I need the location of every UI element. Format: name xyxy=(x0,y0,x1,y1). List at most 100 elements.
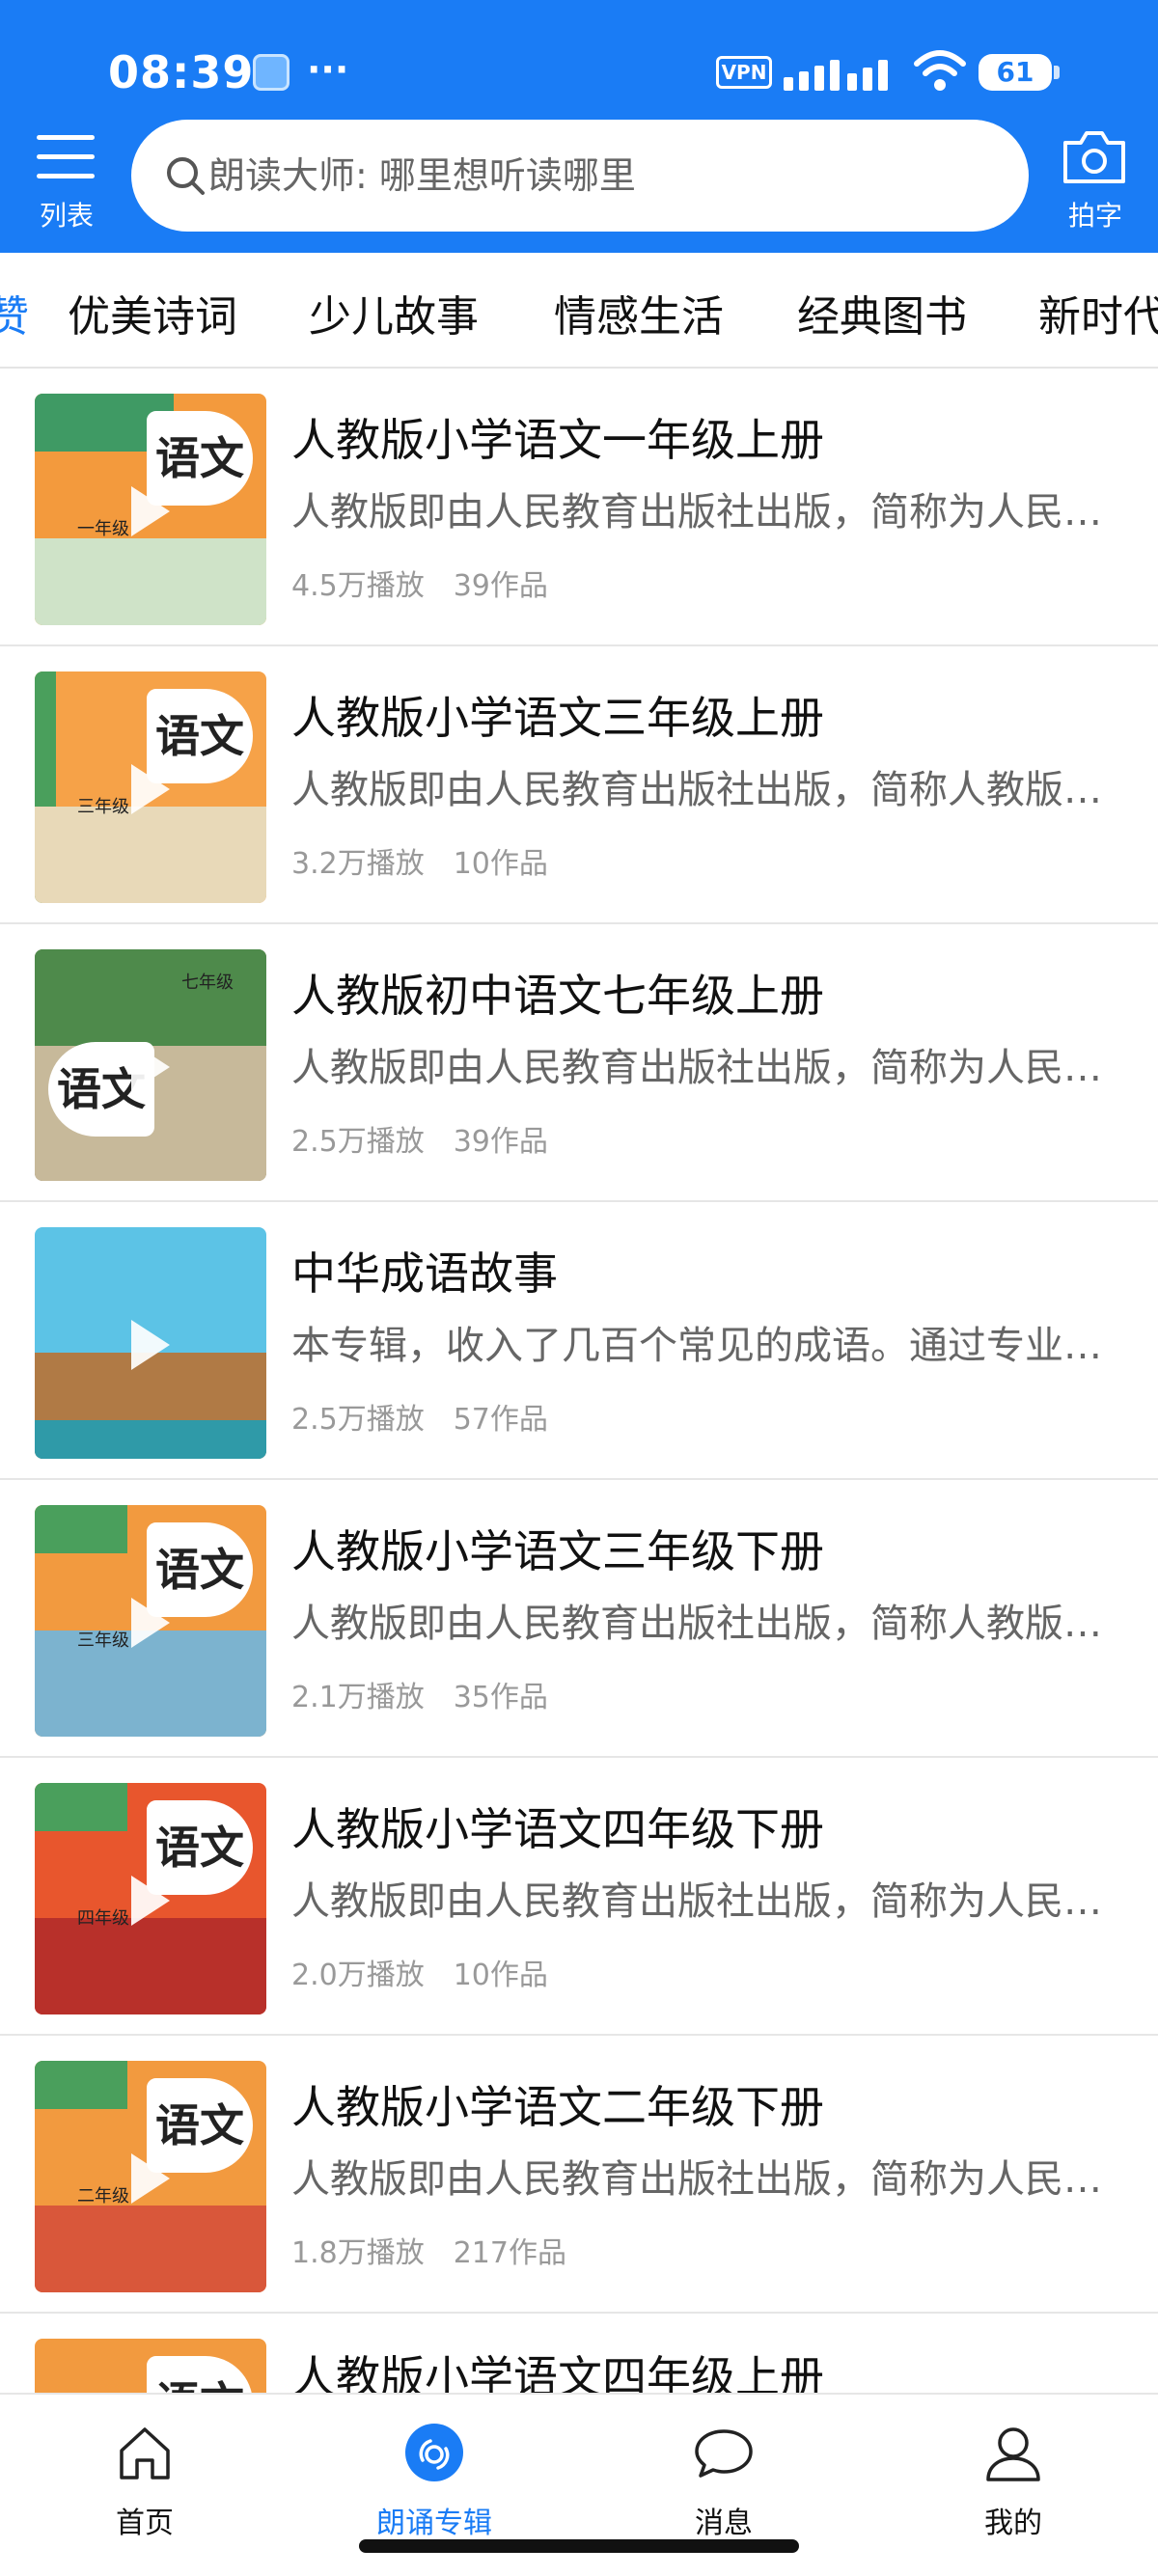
album-stats: 2.1万播放 35作品 xyxy=(291,1673,548,1715)
signal-icon xyxy=(784,52,899,91)
play-count: 4.5万播放 xyxy=(291,569,425,603)
cover-grade: 七年级 xyxy=(181,973,234,993)
menu-icon xyxy=(37,131,95,179)
home-icon xyxy=(120,2427,170,2480)
play-icon xyxy=(131,1320,170,1370)
album-cover[interactable]: 语文 四年级 xyxy=(35,1783,266,2014)
tab-partial-left[interactable]: 赞 xyxy=(0,282,29,343)
album-description: 本专辑，收入了几百个常见的成语。通过专业的朗读 xyxy=(291,1324,1121,1368)
album-title: 人教版初中语文七年级上册 xyxy=(291,970,824,1022)
play-count: 2.5万播放 xyxy=(291,1403,425,1437)
message-icon xyxy=(695,2429,753,2478)
tab-poetry[interactable]: 优美诗词 xyxy=(68,282,237,343)
tab-classic-books[interactable]: 经典图书 xyxy=(797,282,967,343)
work-count: 10作品 xyxy=(453,1959,548,1992)
album-title: 人教版小学语文一年级上册 xyxy=(291,414,824,466)
menu-label: 列表 xyxy=(39,200,94,232)
album-description: 人教版即由人民教育出版社出版，简称为人民教育出版社版本 xyxy=(291,490,1121,534)
album-title: 人教版小学语文四年级上册 xyxy=(291,2351,824,2395)
nav-label: 我的 xyxy=(984,2507,1042,2540)
album-cover[interactable]: 语文 一年级 xyxy=(35,394,266,625)
tab-kids-stories[interactable]: 少儿故事 xyxy=(309,282,479,343)
home-indicator[interactable] xyxy=(359,2539,799,2553)
album-title: 人教版小学语文四年级下册 xyxy=(291,1803,824,1855)
album-list: 语文 一年级 人教版小学语文一年级上册 人教版即由人民教育出版社出版，简称为人民… xyxy=(0,369,1158,2395)
album-stats: 2.0万播放 10作品 xyxy=(291,1951,548,1993)
app-header: 08:39 ··· VPN 61 列表 朗读大师: 哪里想听读哪里 拍字 xyxy=(0,0,1158,253)
album-item[interactable]: 语文 一年级 人教版小学语文一年级上册 人教版即由人民教育出版社出版，简称为人民… xyxy=(0,369,1158,646)
nav-label: 消息 xyxy=(695,2507,753,2540)
battery-icon: 61 xyxy=(979,54,1060,91)
tab-emotional-life[interactable]: 情感生活 xyxy=(554,282,724,343)
work-count: 39作品 xyxy=(453,1125,548,1159)
album-description: 人教版即由人民教育出版社出版，简称为人民教育出版社版本 xyxy=(291,1046,1121,1090)
search-icon xyxy=(167,157,205,195)
album-item[interactable]: 语文 人教版小学语文四年级上册 xyxy=(0,2314,1158,2395)
album-item[interactable]: 语文 三年级 人教版小学语文三年级上册 人教版即由人民教育出版社出版，简称人教版… xyxy=(0,646,1158,924)
status-time: 08:39 xyxy=(108,46,255,98)
play-icon xyxy=(131,764,170,814)
album-title: 人教版小学语文二年级下册 xyxy=(291,2081,824,2133)
camera-label: 拍字 xyxy=(1067,200,1122,232)
work-count: 39作品 xyxy=(453,569,548,603)
play-icon xyxy=(131,1876,170,1926)
album-stats: 4.5万播放 39作品 xyxy=(291,562,548,604)
user-icon xyxy=(986,2427,1040,2481)
album-cover[interactable]: 语文 xyxy=(35,2339,266,2395)
photo-text-button[interactable]: 拍字 xyxy=(1052,125,1139,233)
nav-profile[interactable]: 我的 xyxy=(868,2422,1158,2540)
album-description: 人教版即由人民教育出版社出版，简称为人民教育出版社版本 xyxy=(291,2157,1121,2202)
album-cover[interactable]: 语文 三年级 xyxy=(35,671,266,903)
album-title: 人教版小学语文三年级上册 xyxy=(291,692,824,744)
play-icon xyxy=(131,486,170,536)
disc-icon xyxy=(405,2424,463,2481)
play-icon xyxy=(131,2153,170,2204)
list-menu-button[interactable]: 列表 xyxy=(29,127,104,233)
play-count: 2.5万播放 xyxy=(291,1125,425,1159)
album-description: 人教版即由人民教育出版社出版，简称为人民教育出版社版本 xyxy=(291,1879,1121,1924)
category-tabs: 赞 优美诗词 少儿故事 情感生活 经典图书 新时代 xyxy=(0,253,1158,369)
search-bar[interactable] xyxy=(131,120,1029,232)
album-stats: 2.5万播放 39作品 xyxy=(291,1117,548,1160)
work-count: 10作品 xyxy=(453,847,548,881)
work-count: 217作品 xyxy=(453,2236,566,2270)
play-icon xyxy=(131,1042,170,1092)
work-count: 35作品 xyxy=(453,1681,548,1714)
album-item[interactable]: 语文 二年级 人教版小学语文二年级下册 人教版即由人民教育出版社出版，简称为人民… xyxy=(0,2036,1158,2314)
album-item[interactable]: 语文 七年级 人教版初中语文七年级上册 人教版即由人民教育出版社出版，简称为人民… xyxy=(0,924,1158,1202)
more-notifications-icon: ··· xyxy=(307,48,349,91)
nav-home[interactable]: 首页 xyxy=(0,2422,290,2540)
album-stats: 3.2万播放 10作品 xyxy=(291,839,548,882)
nav-recitation-albums[interactable]: 朗诵专辑 xyxy=(290,2422,579,2540)
album-description: 人教版即由人民教育出版社出版，简称人教版教材 xyxy=(291,768,1121,812)
app-notification-icon xyxy=(253,54,290,91)
album-item[interactable]: 语文 四年级 人教版小学语文四年级下册 人教版即由人民教育出版社出版，简称为人民… xyxy=(0,1758,1158,2036)
album-cover[interactable]: 语文 二年级 xyxy=(35,2061,266,2292)
album-stats: 1.8万播放 217作品 xyxy=(291,2229,566,2271)
nav-label: 朗诵专辑 xyxy=(376,2507,492,2540)
wifi-icon xyxy=(914,50,966,91)
cover-title: 语文 xyxy=(147,2356,253,2395)
album-title: 中华成语故事 xyxy=(291,1247,558,1300)
album-stats: 2.5万播放 57作品 xyxy=(291,1395,548,1438)
play-count: 3.2万播放 xyxy=(291,847,425,881)
vpn-badge: VPN xyxy=(716,56,772,89)
nav-label: 首页 xyxy=(116,2507,174,2540)
album-description: 人教版即由人民教育出版社出版，简称人教版教材 xyxy=(291,1602,1121,1646)
play-count: 1.8万播放 xyxy=(291,2236,425,2270)
play-icon xyxy=(131,1598,170,1648)
play-count: 2.0万播放 xyxy=(291,1959,425,1992)
album-cover[interactable]: 语文 七年级 xyxy=(35,949,266,1181)
album-item[interactable]: 中华成语故事 本专辑，收入了几百个常见的成语。通过专业的朗读 2.5万播放 57作… xyxy=(0,1202,1158,1480)
work-count: 57作品 xyxy=(453,1403,548,1437)
album-cover[interactable] xyxy=(35,1227,266,1459)
album-item[interactable]: 语文 三年级 人教版小学语文三年级下册 人教版即由人民教育出版社出版，简称人教版… xyxy=(0,1480,1158,1758)
play-count: 2.1万播放 xyxy=(291,1681,425,1714)
camera-icon xyxy=(1063,131,1125,183)
tab-new-era[interactable]: 新时代 xyxy=(1038,282,1158,343)
album-title: 人教版小学语文三年级下册 xyxy=(291,1525,824,1577)
nav-messages[interactable]: 消息 xyxy=(579,2422,868,2540)
album-cover[interactable]: 语文 三年级 xyxy=(35,1505,266,1737)
search-input[interactable] xyxy=(208,120,1000,232)
status-bar: 08:39 ··· VPN 61 xyxy=(0,0,1158,116)
